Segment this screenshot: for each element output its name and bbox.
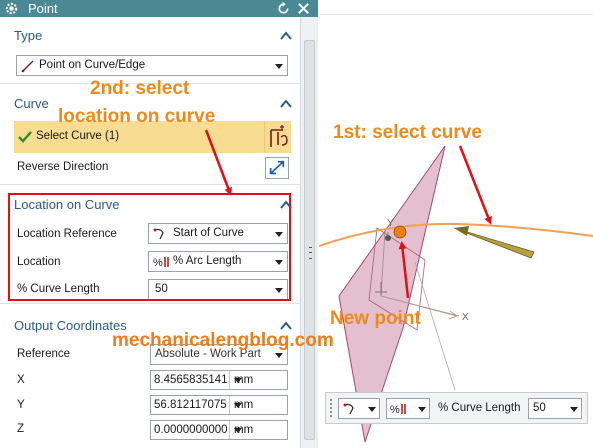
point-dialog: Point Type Point on Curve/Edge Curve Loc… bbox=[0, 0, 318, 448]
check-icon bbox=[18, 131, 32, 143]
chevron-down-icon bbox=[368, 407, 376, 412]
dialog-titlebar: Point bbox=[0, 0, 318, 17]
type-select-value: Point on Curve/Edge bbox=[39, 59, 146, 71]
axis-x-label: X bbox=[462, 312, 469, 323]
close-icon[interactable] bbox=[296, 1, 311, 16]
chevron-down-icon bbox=[275, 353, 283, 358]
curve-type-icon bbox=[21, 60, 34, 73]
model-scene bbox=[319, 145, 593, 443]
location-reference-icon bbox=[343, 403, 354, 415]
coord-z-field[interactable]: 0.00000000000 mm bbox=[150, 420, 288, 440]
axis-y-label: Y bbox=[387, 218, 394, 229]
coord-z-label: Z bbox=[17, 423, 25, 435]
type-select[interactable]: Point on Curve/Edge bbox=[16, 55, 288, 76]
coord-y-label: Y bbox=[17, 399, 25, 411]
chevron-down-icon bbox=[418, 407, 426, 412]
chevron-down-icon bbox=[234, 428, 242, 433]
toolbar-curve-length-value: 50 bbox=[533, 402, 546, 414]
annotation-step2-detail: location on curve bbox=[58, 106, 216, 127]
percent-arc-icon: % bbox=[390, 404, 406, 416]
select-curve-icon bbox=[270, 125, 288, 147]
new-point-marker[interactable] bbox=[393, 225, 407, 239]
chevron-down-icon bbox=[234, 378, 242, 383]
reset-icon[interactable] bbox=[276, 1, 291, 16]
reverse-direction-button[interactable] bbox=[265, 157, 289, 179]
section-heading-type[interactable]: Type bbox=[14, 28, 42, 43]
unit-select[interactable]: mm bbox=[229, 421, 288, 439]
unit-select[interactable]: mm bbox=[229, 396, 288, 414]
onscreen-input-toolbar: % % Curve Length 50 bbox=[325, 392, 588, 424]
toolbar-grip[interactable] bbox=[329, 398, 333, 418]
coord-y-value: 56.8121170752 bbox=[154, 399, 227, 411]
collapse-icon[interactable] bbox=[280, 321, 292, 330]
section-heading-output[interactable]: Output Coordinates bbox=[14, 318, 127, 333]
chevron-down-icon bbox=[275, 64, 283, 69]
dialog-title: Point bbox=[28, 1, 58, 16]
coord-x-field[interactable]: 8.45658351414 mm bbox=[150, 370, 288, 390]
coord-x-value: 8.45658351414 bbox=[154, 374, 227, 386]
annotation-step1: 1st: select curve bbox=[333, 122, 482, 143]
coord-y-field[interactable]: 56.8121170752 mm bbox=[150, 395, 288, 415]
divider bbox=[0, 184, 300, 185]
chevron-down-icon bbox=[570, 407, 578, 412]
chevron-down-icon bbox=[234, 403, 242, 408]
gear-icon[interactable] bbox=[4, 1, 19, 16]
annotation-step2: 2nd: select bbox=[90, 78, 190, 99]
collapse-icon[interactable] bbox=[280, 31, 292, 40]
divider bbox=[0, 303, 300, 304]
location-reference-button[interactable] bbox=[338, 398, 380, 419]
unit-select[interactable]: mm bbox=[229, 371, 288, 389]
location-mode-button[interactable]: % bbox=[386, 398, 430, 419]
grip-icon bbox=[309, 247, 312, 259]
section-heading-curve[interactable]: Curve bbox=[14, 96, 49, 111]
reverse-direction-label: Reverse Direction bbox=[17, 161, 109, 173]
dialog-scrollbar[interactable] bbox=[300, 17, 318, 448]
graphics-viewport[interactable]: Y X % % Curve Length 50 bbox=[319, 0, 593, 448]
select-curve-button[interactable] bbox=[264, 121, 291, 153]
callout-box bbox=[8, 193, 291, 301]
toolbar-curve-length-label: % Curve Length bbox=[438, 402, 521, 414]
selected-curve[interactable] bbox=[319, 222, 593, 247]
coord-x-label: X bbox=[17, 374, 25, 386]
toolbar-curve-length-input[interactable]: 50 bbox=[528, 398, 582, 419]
scrollbar-thumb[interactable] bbox=[304, 40, 315, 440]
reverse-direction-icon bbox=[269, 160, 285, 175]
select-curve-label: Select Curve (1) bbox=[36, 130, 120, 142]
svg-text:%: % bbox=[390, 404, 400, 416]
watermark: mechanicalengblog.com bbox=[112, 330, 334, 351]
annotation-new-point: New point bbox=[330, 308, 421, 329]
reference-label: Reference bbox=[17, 348, 71, 360]
coord-z-value: 0.00000000000 bbox=[154, 424, 227, 436]
collapse-icon[interactable] bbox=[280, 99, 292, 108]
